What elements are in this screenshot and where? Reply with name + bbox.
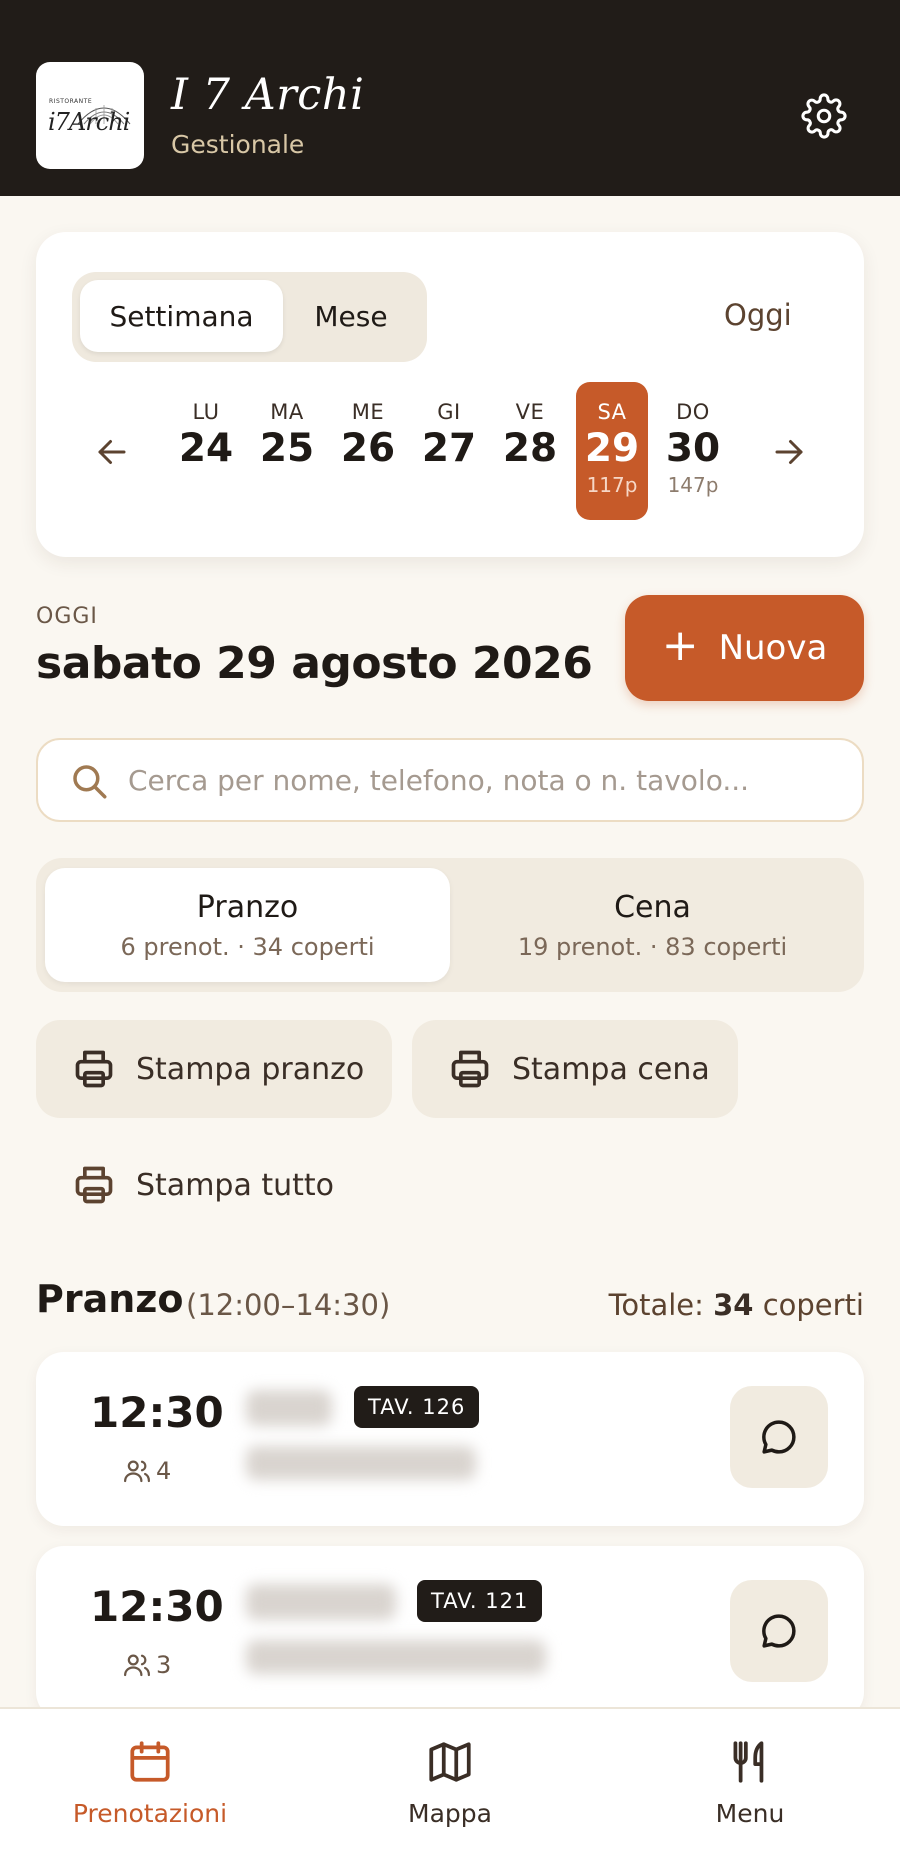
table-badge: TAV. 121 [417,1580,543,1622]
message-button[interactable] [730,1386,828,1488]
printer-icon [72,1163,116,1207]
print-lunch-label: Stampa pranzo [136,1051,365,1087]
section-time-range: (12:00–14:30) [186,1288,391,1322]
utensils-icon [733,1741,764,1783]
reservation-card[interactable]: 12:30 4 TAV. 126 [36,1352,864,1526]
printer-icon [72,1047,116,1091]
day-covers: 117p [586,473,638,497]
day-number: 28 [502,426,558,471]
tab-pranzo[interactable]: Pranzo 6 prenot. · 34 coperti [45,868,450,982]
app-header: RISTORANTE i7Archi I 7 Archi Gestionale [0,0,900,196]
reservation-time: 12:30 [90,1388,224,1437]
search-box [36,738,864,822]
bottom-navigation: Prenotazioni Mappa Menu [0,1707,900,1853]
today-label: OGGI [36,604,98,629]
gear-icon [801,93,847,139]
view-month-button[interactable]: Mese [283,280,419,352]
nav-map[interactable]: Mappa [340,1737,560,1828]
day-name: GI [437,400,461,424]
day-24[interactable]: LU 24 [170,382,242,520]
arrow-right-icon [775,440,803,464]
reservation-time: 12:30 [90,1582,224,1631]
service-tabs: Pranzo 6 prenot. · 34 coperti Cena 19 pr… [36,858,864,992]
total-suffix: coperti [762,1288,864,1322]
day-26[interactable]: ME 26 [332,382,404,520]
day-name: SA [597,400,627,424]
day-number: 27 [421,426,477,471]
map-icon [429,1742,471,1782]
arrow-left-icon [98,440,126,464]
day-30[interactable]: DO 30 147p [657,382,729,520]
guest-phone-blurred [246,1640,546,1674]
print-all-button[interactable]: Stampa tutto [36,1136,356,1234]
nav-reservations[interactable]: Prenotazioni [40,1737,260,1828]
table-badge: TAV. 126 [354,1386,480,1428]
people-count: 4 [156,1457,172,1485]
search-input[interactable] [128,756,848,804]
section-total: Totale: 34 coperti [609,1288,864,1322]
app-title: I 7 Archi [171,70,365,120]
day-number: 25 [259,426,315,471]
new-reservation-label: Nuova [718,628,828,668]
tab-title: Cena [614,890,691,925]
app-subtitle: Gestionale [171,130,305,159]
reservation-people: 3 [122,1650,171,1680]
tab-title: Pranzo [196,890,299,925]
day-name: ME [351,400,385,424]
total-prefix: Totale: [608,1288,704,1322]
people-icon [124,1654,150,1677]
print-dinner-label: Stampa cena [512,1051,710,1087]
message-button[interactable] [730,1580,828,1682]
day-name: MA [270,400,304,424]
reservation-people: 4 [122,1456,171,1486]
nav-label: Mappa [408,1799,492,1828]
tab-summary: 6 prenot. · 34 coperti [120,933,375,961]
prev-week-button[interactable] [92,432,132,472]
day-name: VE [515,400,545,424]
tab-summary: 19 prenot. · 83 coperti [517,933,788,961]
people-count: 3 [156,1651,172,1679]
day-number: 26 [340,426,396,471]
nav-label: Prenotazioni [72,1799,228,1828]
print-lunch-button[interactable]: Stampa pranzo [36,1020,392,1118]
day-name: DO [676,400,710,424]
guest-phone-blurred [246,1446,476,1480]
day-number: 30 [665,426,721,471]
logo-text: i7Archi [48,108,130,136]
total-value: 34 [713,1288,754,1322]
guest-name-blurred [246,1584,396,1620]
day-name: LU [192,400,220,424]
print-all-label: Stampa tutto [136,1167,335,1203]
calendar-icon [130,1741,170,1782]
print-dinner-button[interactable]: Stampa cena [412,1020,738,1118]
view-week-button[interactable]: Settimana [80,280,283,352]
people-icon [124,1460,150,1483]
day-28[interactable]: VE 28 [494,382,566,520]
chat-bubble-icon [762,1614,796,1648]
printer-icon [448,1047,492,1091]
nav-label: Menu [715,1799,785,1828]
next-week-button[interactable] [769,432,809,472]
search-icon [73,765,107,799]
day-covers: 147p [667,473,719,497]
day-27[interactable]: GI 27 [413,382,485,520]
day-29-selected[interactable]: SA 29 117p [576,382,648,520]
tab-cena[interactable]: Cena 19 prenot. · 83 coperti [450,868,855,982]
calendar-card: Settimana Mese Oggi LU 24 MA 25 ME 26 GI… [36,232,864,557]
settings-button[interactable] [800,92,848,140]
reservation-card[interactable]: 12:30 3 TAV. 121 [36,1546,864,1720]
new-reservation-button[interactable]: + Nuova [625,595,864,701]
selected-date-title: sabato 29 agosto 2026 [36,638,593,689]
day-25[interactable]: MA 25 [251,382,323,520]
day-number: 24 [178,426,234,471]
view-toggle: Settimana Mese [72,272,427,362]
guest-name-blurred [246,1390,332,1426]
today-button[interactable]: Oggi [724,298,792,332]
day-number: 29 [584,426,640,471]
nav-menu[interactable]: Menu [640,1737,860,1828]
chat-bubble-icon [762,1420,796,1454]
section-title: Pranzo [36,1277,184,1321]
restaurant-logo: RISTORANTE i7Archi [36,62,144,169]
plus-icon: + [661,620,699,671]
